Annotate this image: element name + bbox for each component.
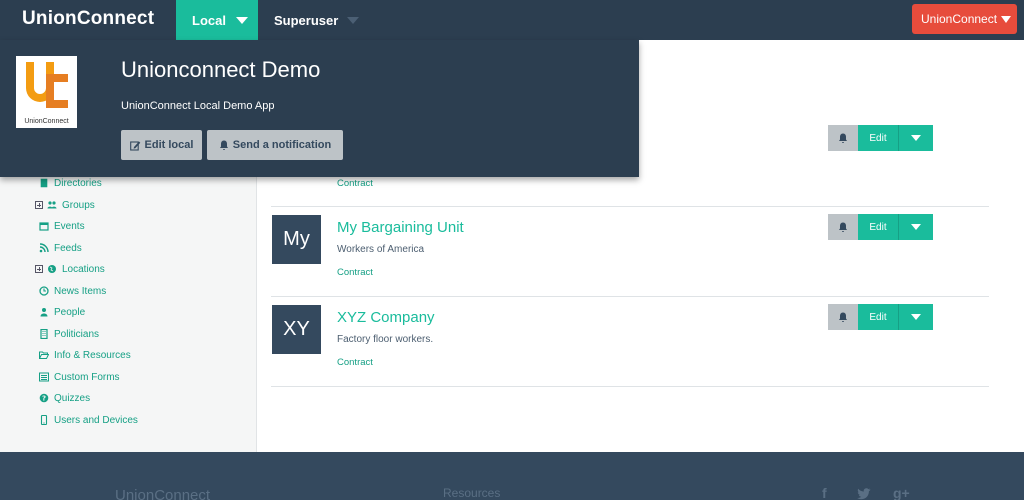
chevron-down-icon bbox=[911, 224, 921, 230]
bell-icon bbox=[839, 312, 847, 322]
sidebar-item-label: Custom Forms bbox=[54, 371, 120, 383]
edit-local-button[interactable]: Edit local bbox=[121, 130, 202, 160]
question-circle-icon: ? bbox=[38, 392, 50, 404]
list-item: XY XYZ Company Factory floor workers. Co… bbox=[271, 297, 989, 387]
chevron-down-icon bbox=[1001, 15, 1012, 23]
item-title[interactable]: XYZ Company bbox=[337, 309, 435, 326]
sidebar-item-people[interactable]: People bbox=[38, 302, 85, 322]
sidebar-item-custom-forms[interactable]: Custom Forms bbox=[38, 367, 120, 387]
item-description: Workers of America bbox=[337, 244, 425, 255]
user-menu-button[interactable]: UnionConnect bbox=[912, 4, 1017, 34]
edit-options-dropdown[interactable] bbox=[898, 304, 933, 330]
sidebar-item-groups[interactable]: Groups bbox=[35, 195, 95, 215]
avatar: My bbox=[272, 215, 321, 264]
bell-icon bbox=[839, 222, 847, 232]
sidebar-item-label: Feeds bbox=[54, 242, 82, 254]
sidebar-item-label: Info & Resources bbox=[54, 349, 131, 361]
user-menu-label: UnionConnect bbox=[921, 12, 998, 26]
edit-icon bbox=[129, 140, 140, 151]
google-plus-icon[interactable]: g+ bbox=[893, 485, 910, 500]
calendar-icon bbox=[38, 220, 50, 232]
person-icon bbox=[38, 306, 50, 318]
notify-button[interactable] bbox=[828, 125, 858, 151]
chevron-down-icon bbox=[911, 135, 921, 141]
users-icon bbox=[46, 199, 58, 211]
item-description: Factory floor workers. bbox=[337, 334, 434, 345]
expand-icon[interactable] bbox=[35, 265, 43, 273]
globe-icon bbox=[46, 263, 58, 275]
edit-button[interactable]: Edit bbox=[858, 304, 898, 330]
book-icon bbox=[38, 177, 50, 189]
sidebar-item-label: Quizzes bbox=[54, 392, 91, 404]
rss-icon bbox=[38, 242, 50, 254]
edit-button[interactable]: Edit bbox=[858, 214, 898, 240]
edit-local-label: Edit local bbox=[144, 139, 194, 151]
local-dropdown[interactable]: Local bbox=[176, 0, 258, 40]
send-notification-button[interactable]: Send a notification bbox=[207, 130, 343, 160]
superuser-dropdown[interactable]: Superuser bbox=[274, 0, 360, 40]
local-dropdown-label: Local bbox=[192, 12, 226, 28]
list-item: My My Bargaining Unit Workers of America… bbox=[271, 207, 989, 297]
sidebar-item-users-devices[interactable]: Users and Devices bbox=[38, 410, 138, 430]
clock-icon bbox=[38, 285, 50, 297]
sidebar-item-feeds[interactable]: Feeds bbox=[38, 238, 82, 258]
svg-text:?: ? bbox=[42, 395, 46, 403]
top-navbar: UnionConnect Local Superuser UnionConnec… bbox=[0, 0, 1024, 40]
bell-icon bbox=[219, 140, 228, 150]
folder-open-icon bbox=[38, 349, 50, 361]
app-logo: UnionConnect bbox=[16, 56, 77, 128]
contract-tag[interactable]: Contract bbox=[337, 267, 373, 278]
sidebar-item-label: Locations bbox=[62, 263, 105, 275]
facebook-icon[interactable]: f bbox=[822, 485, 827, 500]
sidebar-item-label: Politicians bbox=[54, 328, 100, 340]
edit-button[interactable]: Edit bbox=[858, 125, 898, 151]
chevron-down-icon bbox=[347, 16, 360, 24]
unionconnect-logo-icon bbox=[26, 62, 68, 108]
footer-brand[interactable]: UnionConnect bbox=[115, 487, 210, 500]
edit-options-dropdown[interactable] bbox=[898, 214, 933, 240]
notify-button[interactable] bbox=[828, 214, 858, 240]
logo-caption: UnionConnect bbox=[24, 118, 69, 125]
footer: UnionConnect Resources f g+ bbox=[0, 452, 1024, 500]
contract-tag[interactable]: Contract bbox=[337, 178, 373, 189]
sidebar-item-news-items[interactable]: News Items bbox=[38, 281, 106, 301]
local-popover: UnionConnect Unionconnect Demo UnionConn… bbox=[0, 40, 639, 177]
sidebar-item-quizzes[interactable]: ? Quizzes bbox=[38, 388, 90, 408]
sidebar-item-label: Users and Devices bbox=[54, 414, 138, 426]
twitter-icon[interactable] bbox=[856, 487, 871, 500]
send-notification-label: Send a notification bbox=[232, 139, 332, 151]
list-icon bbox=[38, 371, 50, 383]
brand-logo[interactable]: UnionConnect bbox=[22, 8, 154, 30]
sidebar-item-info-resources[interactable]: Info & Resources bbox=[38, 345, 131, 365]
edit-options-dropdown[interactable] bbox=[898, 125, 933, 151]
popover-subtitle: UnionConnect Local Demo App bbox=[121, 100, 275, 112]
chevron-down-icon bbox=[235, 16, 248, 24]
popover-title: Unionconnect Demo bbox=[121, 57, 321, 82]
sidebar-item-label: People bbox=[54, 306, 86, 318]
sidebar-item-politicians[interactable]: Politicians bbox=[38, 324, 99, 344]
building-icon bbox=[38, 328, 50, 340]
chevron-down-icon bbox=[911, 314, 921, 320]
superuser-dropdown-label: Superuser bbox=[274, 12, 339, 28]
expand-icon[interactable] bbox=[35, 201, 43, 209]
footer-resources-heading: Resources bbox=[443, 486, 501, 500]
contract-tag[interactable]: Contract bbox=[337, 357, 373, 368]
item-title[interactable]: My Bargaining Unit bbox=[337, 219, 464, 236]
sidebar-item-label: Directories bbox=[54, 177, 102, 189]
sidebar-item-label: News Items bbox=[54, 285, 107, 297]
mobile-icon bbox=[38, 414, 50, 426]
sidebar-item-label: Groups bbox=[62, 199, 95, 211]
sidebar-item-locations[interactable]: Locations bbox=[35, 259, 105, 279]
avatar: XY bbox=[272, 305, 321, 354]
sidebar-item-events[interactable]: Events bbox=[38, 216, 85, 236]
bell-icon bbox=[839, 133, 847, 143]
notify-button[interactable] bbox=[828, 304, 858, 330]
sidebar-item-label: Events bbox=[54, 220, 85, 232]
